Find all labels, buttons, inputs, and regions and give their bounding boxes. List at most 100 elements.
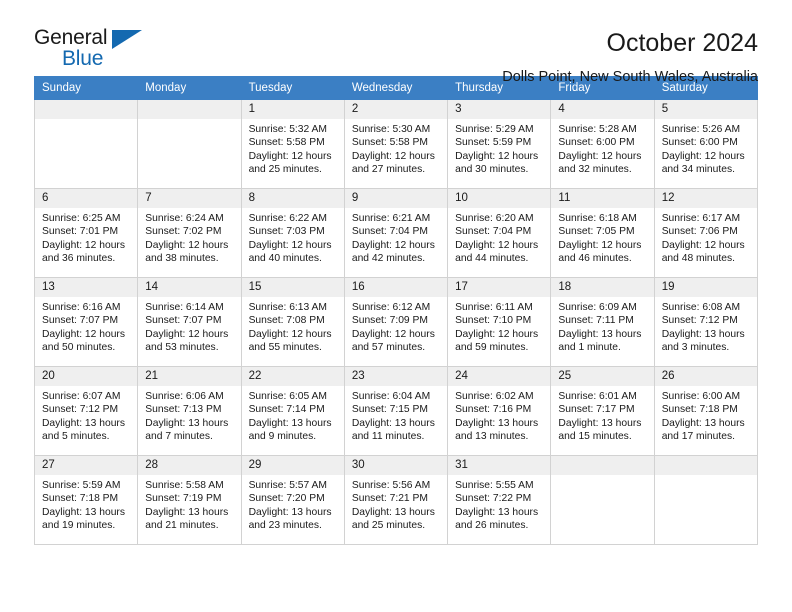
calendar-day-cell[interactable]: 15 Sunrise: 6:13 AM Sunset: 7:08 PM Dayligh…: [240, 277, 345, 367]
day-number: 8: [241, 189, 344, 208]
calendar-day-cell[interactable]: 16 Sunrise: 6:12 AM Sunset: 7:09 PM Dayligh…: [343, 277, 449, 367]
calendar-day-cell[interactable]: 25 Sunrise: 6:01 AM Sunset: 7:17 PM Dayligh…: [550, 366, 655, 456]
calendar-day-cell[interactable]: 30 Sunrise: 5:56 AM Sunset: 7:21 PM Dayligh…: [343, 455, 449, 545]
daylight-text-line1: Daylight: 13 hours: [661, 417, 745, 429]
day-sun-info: Sunrise: 5:29 AM Sunset: 5:59 PM Daylight:…: [448, 119, 550, 177]
daylight-text-line2: and 53 minutes.: [145, 342, 219, 354]
sunset-text: Sunset: 7:19 PM: [145, 493, 222, 505]
daylight-text-line2: and 50 minutes.: [42, 342, 116, 354]
sunset-text: Sunset: 7:09 PM: [351, 315, 428, 327]
daylight-text-line1: Daylight: 12 hours: [248, 328, 332, 340]
sunset-text: Sunset: 5:58 PM: [248, 137, 325, 149]
calendar-week-row: 20 Sunrise: 6:07 AM Sunset: 7:12 PM Dayligh…: [33, 366, 759, 456]
day-number-placeholder: [551, 456, 654, 475]
calendar-day-cell[interactable]: 21 Sunrise: 6:06 AM Sunset: 7:13 PM Dayligh…: [137, 366, 242, 456]
calendar-day-cell[interactable]: 6 Sunrise: 6:25 AM Sunset: 7:01 PM Daylight…: [33, 188, 139, 278]
calendar-day-cell[interactable]: 26 Sunrise: 6:00 AM Sunset: 7:18 PM Dayligh…: [653, 366, 759, 456]
sunrise-text: Sunrise: 6:13 AM: [248, 302, 327, 313]
sunrise-text: Sunrise: 5:56 AM: [351, 480, 431, 491]
sunset-text: Sunset: 7:20 PM: [248, 493, 325, 505]
day-sun-info: Sunrise: 6:11 AM Sunset: 7:10 PM Daylight:…: [448, 297, 550, 355]
calendar-day-cell[interactable]: 2 Sunrise: 5:30 AM Sunset: 5:58 PM Daylight…: [343, 99, 449, 189]
sunrise-text: Sunrise: 6:00 AM: [661, 391, 741, 402]
day-number: 10: [448, 189, 551, 208]
sunrise-text: Sunrise: 6:21 AM: [351, 213, 431, 224]
sunset-text: Sunset: 7:11 PM: [558, 315, 634, 327]
page-header: General Blue October 2024 Dolls Point, N…: [34, 0, 759, 85]
daylight-text-line1: Daylight: 13 hours: [351, 417, 435, 429]
calendar-day-cell[interactable]: 19 Sunrise: 6:08 AM Sunset: 7:12 PM Dayligh…: [653, 277, 759, 367]
calendar-day-cell[interactable]: 11 Sunrise: 6:18 AM Sunset: 7:05 PM Dayligh…: [550, 188, 655, 278]
calendar-day-cell[interactable]: 18 Sunrise: 6:09 AM Sunset: 7:11 PM Dayligh…: [550, 277, 655, 367]
daylight-text-line1: Daylight: 12 hours: [42, 239, 125, 251]
calendar-day-cell[interactable]: 1 Sunrise: 5:32 AM Sunset: 5:58 PM Daylight…: [240, 99, 345, 189]
calendar-day-cell[interactable]: 27 Sunrise: 5:59 AM Sunset: 7:18 PM Dayligh…: [33, 455, 139, 545]
general-blue-logo[interactable]: General Blue: [34, 26, 146, 74]
calendar-day-cell[interactable]: 13 Sunrise: 6:16 AM Sunset: 7:07 PM Dayligh…: [33, 277, 139, 367]
calendar-day-cell[interactable]: 22 Sunrise: 6:05 AM Sunset: 7:14 PM Dayligh…: [240, 366, 345, 456]
daylight-text-line2: and 17 minutes.: [661, 431, 735, 443]
calendar-day-cell[interactable]: 8 Sunrise: 6:22 AM Sunset: 7:03 PM Daylight…: [240, 188, 345, 278]
sunset-text: Sunset: 7:18 PM: [661, 404, 738, 416]
day-number: 3: [448, 100, 551, 119]
day-sun-info: Sunrise: 5:32 AM Sunset: 5:58 PM Daylight:…: [242, 119, 344, 177]
day-sun-info: Sunrise: 6:08 AM Sunset: 7:12 PM Daylight:…: [655, 297, 757, 355]
calendar-day-cell[interactable]: 3 Sunrise: 5:29 AM Sunset: 5:59 PM Daylight…: [447, 99, 552, 189]
day-number: 7: [138, 189, 241, 208]
page-title: October 2024: [606, 29, 759, 57]
weekday-header-sunday: Sunday: [33, 76, 139, 100]
calendar-day-cell[interactable]: 29 Sunrise: 5:57 AM Sunset: 7:20 PM Dayligh…: [240, 455, 345, 545]
day-sun-info: Sunrise: 5:58 AM Sunset: 7:19 PM Daylight:…: [138, 475, 240, 533]
day-sun-info: Sunrise: 5:57 AM Sunset: 7:20 PM Daylight:…: [242, 475, 344, 533]
daylight-text-line1: Daylight: 12 hours: [248, 150, 332, 162]
sunrise-text: Sunrise: 5:32 AM: [248, 124, 327, 135]
day-number: 29: [241, 456, 344, 475]
calendar-week-row: 13 Sunrise: 6:16 AM Sunset: 7:07 PM Dayligh…: [33, 277, 759, 367]
daylight-text-line2: and 32 minutes.: [558, 164, 632, 176]
sunrise-text: Sunrise: 5:26 AM: [661, 124, 741, 135]
sunset-text: Sunset: 7:15 PM: [351, 404, 428, 416]
sunrise-text: Sunrise: 6:06 AM: [145, 391, 224, 402]
daylight-text-line1: Daylight: 13 hours: [145, 506, 229, 518]
daylight-text-line2: and 40 minutes.: [248, 253, 322, 265]
calendar-day-cell[interactable]: 23 Sunrise: 6:04 AM Sunset: 7:15 PM Dayligh…: [343, 366, 449, 456]
daylight-text-line1: Daylight: 12 hours: [661, 150, 745, 162]
sunset-text: Sunset: 7:06 PM: [661, 226, 738, 238]
day-number: 1: [241, 100, 344, 119]
daylight-text-line1: Daylight: 13 hours: [558, 328, 642, 340]
calendar-day-cell[interactable]: 5 Sunrise: 5:26 AM Sunset: 6:00 PM Daylight…: [653, 99, 759, 189]
daylight-text-line2: and 11 minutes.: [351, 431, 425, 443]
daylight-text-line2: and 46 minutes.: [558, 253, 632, 265]
day-number: 21: [138, 367, 241, 386]
calendar-day-cell[interactable]: 14 Sunrise: 6:14 AM Sunset: 7:07 PM Dayligh…: [137, 277, 242, 367]
daylight-text-line2: and 13 minutes.: [455, 431, 529, 443]
day-number: 30: [344, 456, 448, 475]
day-number: 28: [138, 456, 241, 475]
calendar-day-cell[interactable]: 4 Sunrise: 5:28 AM Sunset: 6:00 PM Daylight…: [550, 99, 655, 189]
calendar-day-cell[interactable]: 10 Sunrise: 6:20 AM Sunset: 7:04 PM Dayligh…: [447, 188, 552, 278]
day-number: 9: [344, 189, 448, 208]
sunset-text: Sunset: 7:01 PM: [42, 226, 119, 238]
day-sun-info: Sunrise: 6:12 AM Sunset: 7:09 PM Daylight:…: [345, 297, 447, 355]
calendar-day-cell[interactable]: 7 Sunrise: 6:24 AM Sunset: 7:02 PM Daylight…: [137, 188, 242, 278]
calendar-cell-empty: [137, 99, 242, 189]
calendar-day-cell[interactable]: 20 Sunrise: 6:07 AM Sunset: 7:12 PM Dayligh…: [33, 366, 139, 456]
sunrise-text: Sunrise: 6:07 AM: [42, 391, 121, 402]
sunrise-text: Sunrise: 6:18 AM: [558, 213, 637, 224]
daylight-text-line1: Daylight: 12 hours: [558, 150, 642, 162]
calendar-day-cell[interactable]: 31 Sunrise: 5:55 AM Sunset: 7:22 PM Dayligh…: [447, 455, 552, 545]
daylight-text-line2: and 23 minutes.: [248, 520, 322, 532]
daylight-text-line2: and 36 minutes.: [42, 253, 116, 265]
calendar-day-cell[interactable]: 24 Sunrise: 6:02 AM Sunset: 7:16 PM Dayligh…: [447, 366, 552, 456]
calendar-day-cell[interactable]: 17 Sunrise: 6:11 AM Sunset: 7:10 PM Dayligh…: [447, 277, 552, 367]
calendar-day-cell[interactable]: 28 Sunrise: 5:58 AM Sunset: 7:19 PM Dayligh…: [137, 455, 242, 545]
daylight-text-line1: Daylight: 12 hours: [145, 239, 229, 251]
daylight-text-line2: and 38 minutes.: [145, 253, 219, 265]
day-sun-info: Sunrise: 5:30 AM Sunset: 5:58 PM Daylight:…: [345, 119, 447, 177]
sunset-text: Sunset: 5:59 PM: [455, 137, 532, 149]
day-sun-info: Sunrise: 6:04 AM Sunset: 7:15 PM Daylight:…: [345, 386, 447, 444]
calendar-day-cell[interactable]: 9 Sunrise: 6:21 AM Sunset: 7:04 PM Daylight…: [343, 188, 449, 278]
day-number: 4: [551, 100, 654, 119]
calendar-day-cell[interactable]: 12 Sunrise: 6:17 AM Sunset: 7:06 PM Dayligh…: [653, 188, 759, 278]
daylight-text-line2: and 19 minutes.: [42, 520, 116, 532]
